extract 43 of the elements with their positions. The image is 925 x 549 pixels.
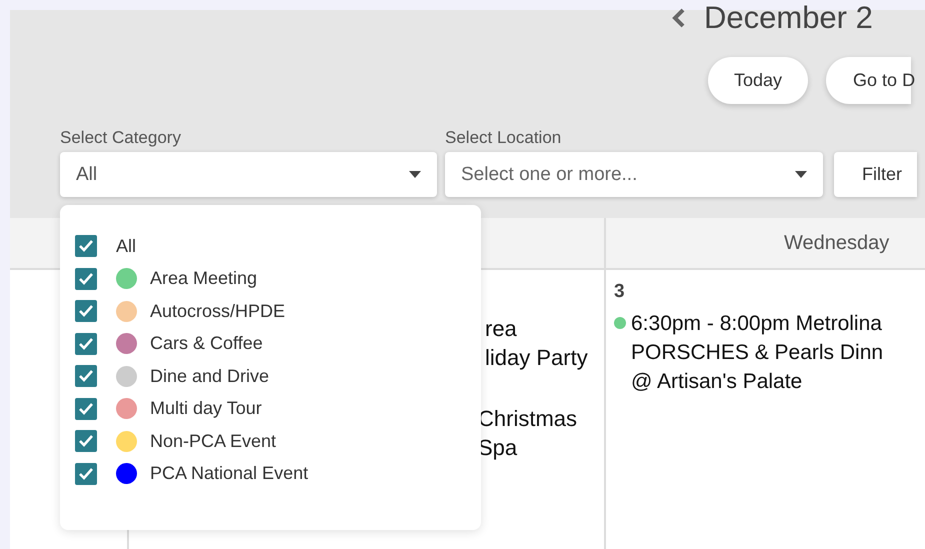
event-text[interactable]: @ Artisan's Palate <box>631 367 884 396</box>
category-option[interactable]: Non-PCA Event <box>150 430 276 452</box>
check-icon <box>78 304 94 318</box>
checkbox[interactable] <box>75 300 97 322</box>
check-icon <box>78 402 94 416</box>
checkbox[interactable] <box>75 398 97 420</box>
check-icon <box>78 434 94 448</box>
category-option[interactable]: Autocross/HPDE <box>150 300 286 322</box>
month-title: December 2 <box>704 0 873 36</box>
category-option[interactable]: Dine and Drive <box>150 366 270 387</box>
nav-button[interactable]: Today <box>708 57 808 104</box>
caret-icon <box>795 171 807 178</box>
category-option[interactable]: Multi day Tour <box>150 398 262 420</box>
checkbox[interactable] <box>75 365 97 388</box>
checkbox[interactable] <box>75 462 97 485</box>
event-text[interactable]: PORSCHES & Pearls Dinn <box>631 338 884 367</box>
date-number: 3 <box>613 280 626 303</box>
check-icon <box>78 369 94 384</box>
category-option[interactable]: PCA National Event <box>150 463 308 484</box>
check-icon <box>78 466 94 481</box>
caret-icon <box>409 171 421 178</box>
day-heading: Wednesday <box>784 232 890 254</box>
checkbox[interactable] <box>75 235 97 258</box>
checkbox[interactable] <box>75 268 97 290</box>
location-select[interactable]: Select one or more... <box>445 152 823 197</box>
chevron-left-icon[interactable] <box>672 8 686 28</box>
event-text[interactable]: 6:30pm - 8:00pm Metrolina <box>631 309 884 338</box>
event-text[interactable]: Spa <box>478 433 604 462</box>
check-icon <box>78 336 94 351</box>
event-text[interactable]: liday Party <box>485 343 604 372</box>
field-label: Select Location <box>445 128 562 148</box>
category-select[interactable]: All <box>60 152 437 197</box>
event-text[interactable]: Christmas <box>478 404 604 433</box>
checkbox[interactable] <box>75 430 97 452</box>
filter-button[interactable]: Filter <box>834 152 917 197</box>
event-text[interactable]: rea <box>485 314 604 343</box>
category-option[interactable]: Cars & Coffee <box>150 333 263 354</box>
check-icon <box>78 239 94 254</box>
checkbox[interactable] <box>75 332 97 355</box>
category-option[interactable]: All <box>116 236 136 257</box>
field-label: Select Category <box>60 128 182 148</box>
category-option[interactable]: Area Meeting <box>150 268 258 290</box>
check-icon <box>78 272 94 286</box>
